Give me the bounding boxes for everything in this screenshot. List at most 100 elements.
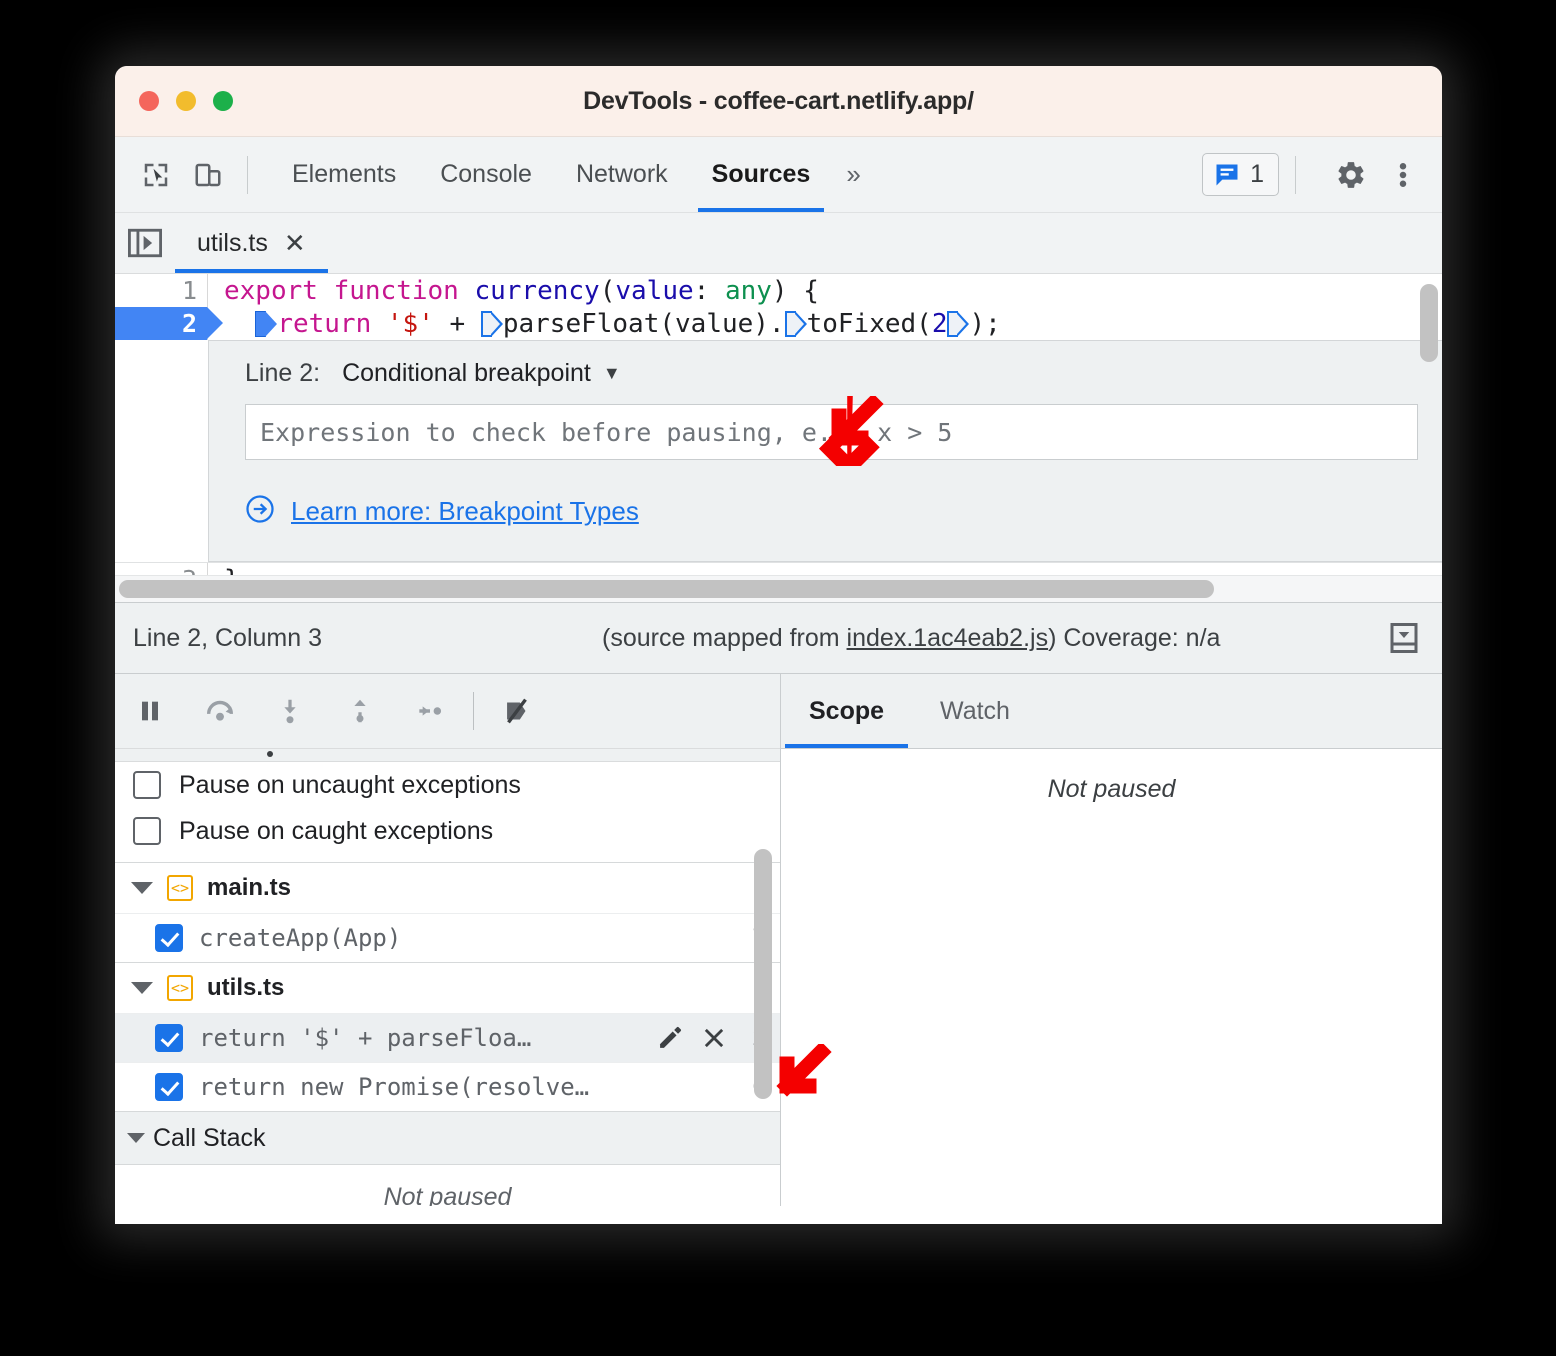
debugger-area: Pause on uncaught exceptions Pause on ca…: [115, 674, 1442, 1206]
issues-button[interactable]: 1: [1202, 153, 1279, 196]
line-column-indicator[interactable]: Line 2, Column 3: [133, 624, 322, 653]
chevron-down-icon[interactable]: [131, 882, 153, 894]
breakpoint-enabled-checkbox-3[interactable]: [155, 1073, 183, 1101]
kebab-menu-icon[interactable]: [1380, 152, 1426, 198]
panel-tab-list: Elements Console Network Sources »: [270, 137, 875, 212]
deactivate-breakpoints-icon[interactable]: [482, 676, 552, 746]
call-stack-section-header[interactable]: Call Stack: [115, 1111, 780, 1165]
line-number-1[interactable]: 1: [115, 274, 207, 307]
debugger-sidebar-right: Scope Watch Not paused: [781, 674, 1442, 1206]
inspect-element-icon[interactable]: [133, 152, 179, 198]
issues-message-icon: [1216, 164, 1238, 185]
tab-network[interactable]: Network: [554, 137, 690, 212]
debugger-sidebar-left: Pause on uncaught exceptions Pause on ca…: [115, 674, 781, 1206]
step-into-icon[interactable]: [255, 676, 325, 746]
breakpoint-type-label: Conditional breakpoint: [342, 359, 591, 387]
source-map-info: (source mapped from index.1ac4eab2.js) C…: [602, 624, 1220, 653]
learn-more-breakpoint-types-link[interactable]: Learn more: Breakpoint Types: [291, 496, 639, 527]
toolbar-right-controls: 1: [1202, 152, 1428, 198]
tab-elements[interactable]: Elements: [270, 137, 418, 212]
breakpoint-type-dropdown[interactable]: Conditional breakpoint ▼: [342, 359, 621, 388]
code-line-2: 2 return '$' + parseFloat(value). toFixed…: [115, 307, 1442, 340]
close-icon[interactable]: ✕: [284, 230, 306, 256]
devtools-main-toolbar: Elements Console Network Sources » 1: [115, 137, 1442, 213]
debugger-toolbar-divider: [473, 692, 474, 730]
breakpoint-item[interactable]: createApp(App) 7: [115, 913, 780, 962]
tab-scope[interactable]: Scope: [781, 674, 912, 748]
source-file-tabstrip: utils.ts ✕: [115, 213, 1442, 274]
file-tab-label: utils.ts: [197, 228, 268, 257]
window-title: DevTools - coffee-cart.netlify.app/: [583, 86, 974, 115]
inline-breakpoint-marker-3[interactable]: [947, 310, 970, 337]
tab-sources[interactable]: Sources: [690, 137, 833, 212]
breakpoint-line-label: Line 2:: [245, 359, 321, 387]
breakpoint-group-filename-2: utils.ts: [207, 974, 285, 1001]
source-map-file-link[interactable]: index.1ac4eab2.js: [847, 624, 1049, 652]
pause-on-uncaught-exceptions-row[interactable]: Pause on uncaught exceptions: [115, 762, 780, 808]
code-line-2-text: return '$' + parseFloat(value). toFixed(2…: [208, 309, 1001, 339]
conditional-breakpoint-editor: Line 2: Conditional breakpoint ▼ Express…: [208, 340, 1442, 562]
show-navigator-icon[interactable]: [115, 213, 175, 273]
chevron-down-icon: ▼: [602, 363, 621, 383]
debugger-controls-toolbar: [115, 674, 780, 749]
pause-on-caught-exceptions-checkbox[interactable]: [133, 817, 161, 845]
breakpoint-item-selected[interactable]: return '$' + parseFloa… 2: [115, 1013, 780, 1062]
pause-on-caught-exceptions-row[interactable]: Pause on caught exceptions: [115, 808, 780, 854]
chevron-down-icon-3[interactable]: [127, 1133, 145, 1143]
pause-on-uncaught-exceptions-label: Pause on uncaught exceptions: [179, 770, 521, 799]
breakpoint-snippet-3: return new Promise(resolve…: [199, 1073, 590, 1101]
arrow-circle-right-icon: [245, 494, 275, 529]
breakpoint-enabled-checkbox[interactable]: [155, 924, 183, 952]
breakpoints-vertical-scrollbar[interactable]: [754, 849, 772, 1099]
editor-horizontal-scrollbar-track[interactable]: [115, 575, 1442, 602]
coverage-indicator: Coverage: n/a: [1063, 623, 1221, 652]
breakpoints-pane[interactable]: Pause on uncaught exceptions Pause on ca…: [115, 749, 780, 1206]
pause-icon[interactable]: [115, 676, 185, 746]
more-panels-chevron-icon[interactable]: »: [832, 159, 874, 190]
tab-console[interactable]: Console: [418, 137, 554, 212]
breakpoint-condition-input[interactable]: Expression to check before pausing, e.g.…: [245, 404, 1418, 460]
inline-breakpoint-marker-2[interactable]: [784, 310, 807, 337]
inline-breakpoint-marker-active[interactable]: [255, 310, 278, 337]
code-line-1: 1 export function currency(value: any) {: [115, 274, 1442, 307]
pause-on-caught-exceptions-label: Pause on caught exceptions: [179, 816, 494, 845]
issues-count: 1: [1250, 160, 1264, 188]
editor-horizontal-scrollbar-thumb[interactable]: [119, 580, 1214, 598]
gear-icon[interactable]: [1328, 152, 1374, 198]
source-file-icon: <>: [167, 875, 193, 901]
call-stack-label: Call Stack: [153, 1123, 266, 1152]
step-icon[interactable]: [395, 676, 465, 746]
breakpoint-editor-header: Line 2: Conditional breakpoint ▼: [209, 341, 1442, 404]
code-line-1-text: export function currency(value: any) {: [224, 275, 819, 306]
breakpoint-enabled-checkbox-2[interactable]: [155, 1024, 183, 1052]
source-map-prefix: (source mapped from: [602, 623, 847, 652]
call-stack-empty-text: Not paused: [115, 1165, 780, 1206]
editor-vertical-scrollbar[interactable]: [1420, 284, 1438, 362]
editor-status-bar: Line 2, Column 3 (source mapped from ind…: [115, 602, 1442, 674]
breakpoint-group-utils-ts[interactable]: <> utils.ts: [115, 962, 780, 1013]
breakpoints-scrolled-header: [115, 749, 780, 762]
remove-breakpoint-close-icon[interactable]: [700, 1024, 728, 1052]
scope-empty-text: Not paused: [1047, 775, 1176, 803]
breakpoint-group-main-ts[interactable]: <> main.ts: [115, 863, 780, 913]
pause-on-uncaught-exceptions-checkbox[interactable]: [133, 771, 161, 799]
file-tab-utils-ts[interactable]: utils.ts ✕: [175, 213, 328, 273]
step-over-icon[interactable]: [185, 676, 255, 746]
tab-watch[interactable]: Watch: [912, 674, 1038, 748]
step-out-icon[interactable]: [325, 676, 395, 746]
line-number-2-breakpoint[interactable]: 2: [115, 307, 223, 340]
toolbar-divider: [247, 155, 248, 194]
breakpoint-learn-more-row: Learn more: Breakpoint Types: [209, 460, 1442, 561]
breakpoint-item-3[interactable]: return new Promise(resolve… 6: [115, 1062, 780, 1111]
scope-watch-tabs: Scope Watch: [781, 674, 1442, 749]
breakpoint-group-filename: main.ts: [207, 874, 292, 901]
source-code-editor[interactable]: 1 export function currency(value: any) {…: [115, 274, 1442, 602]
toggle-device-toolbar-icon[interactable]: [185, 152, 231, 198]
source-file-icon-2: <>: [167, 975, 193, 1001]
toolbar-divider-2: [1295, 155, 1296, 194]
show-drawer-icon[interactable]: [1386, 620, 1422, 656]
pencil-edit-icon[interactable]: [656, 1024, 684, 1052]
chevron-down-icon-2[interactable]: [131, 982, 153, 994]
inline-breakpoint-marker-1[interactable]: [480, 310, 503, 337]
breakpoint-snippet-2: return '$' + parseFloa…: [199, 1024, 532, 1052]
